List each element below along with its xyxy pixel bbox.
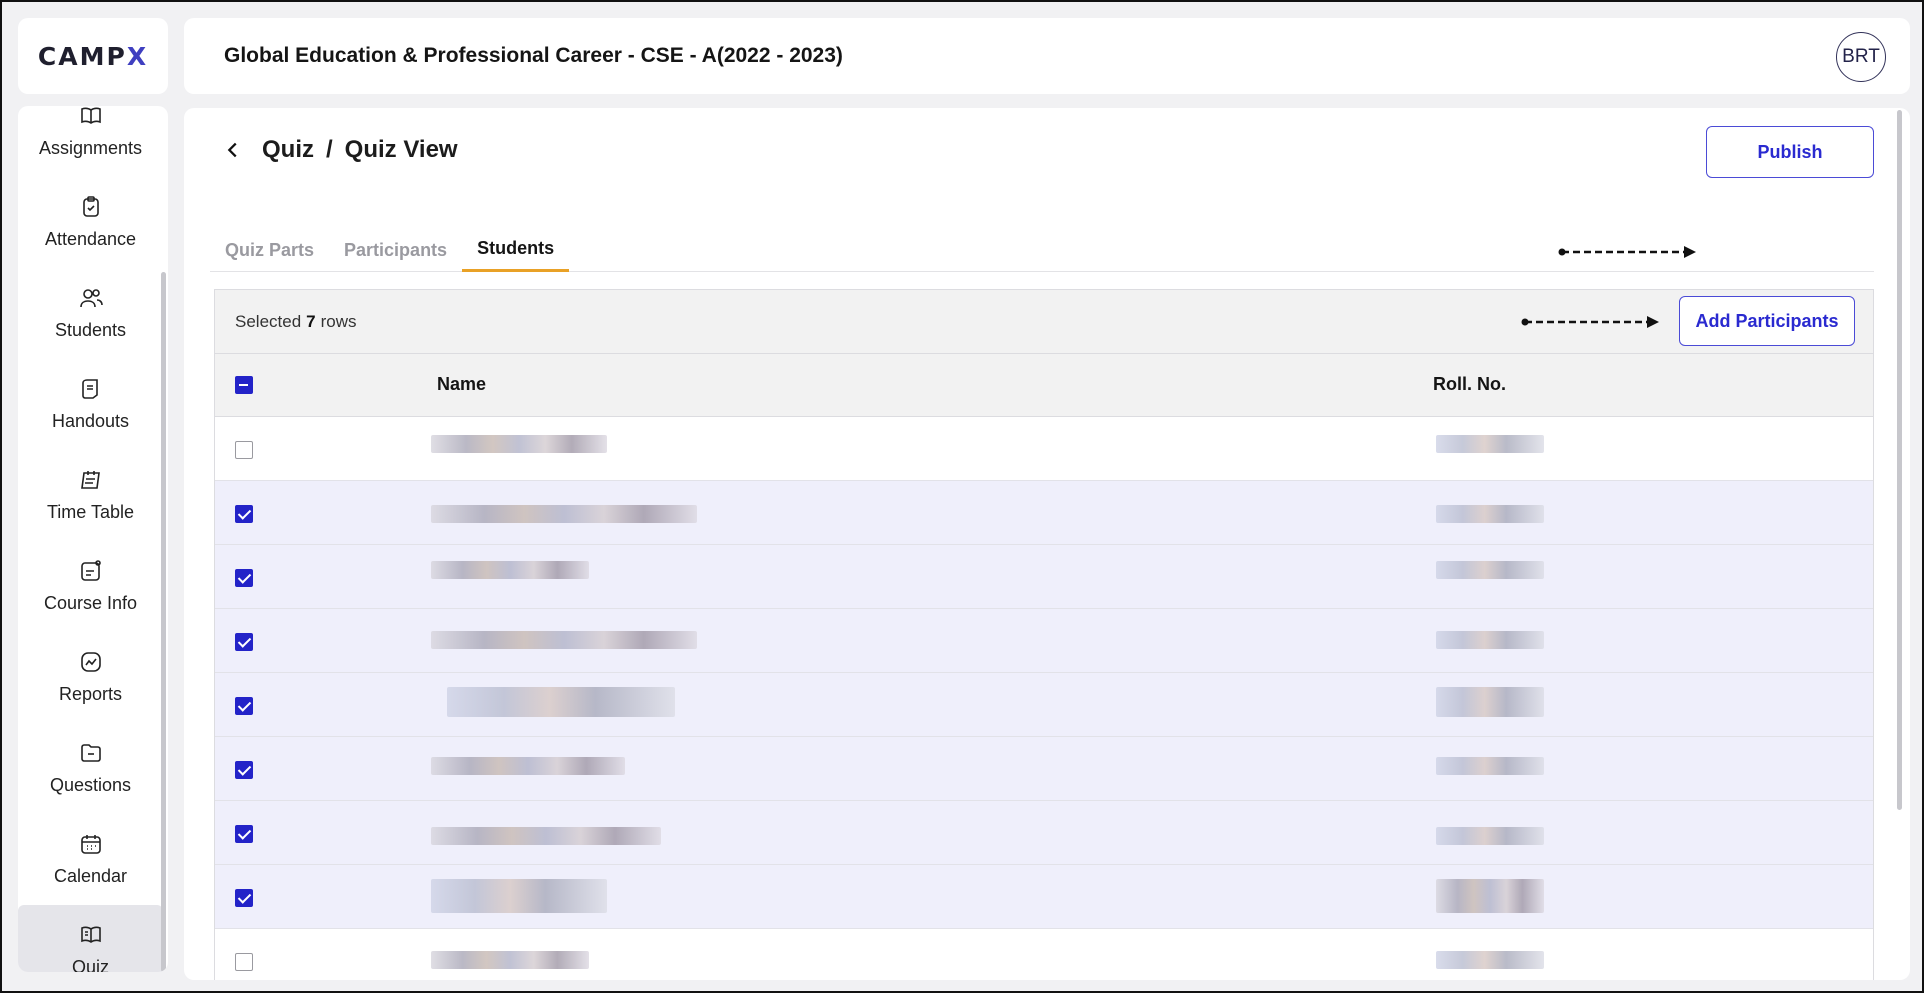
redacted-name (431, 435, 607, 453)
sidebar-item-time-table[interactable]: Time Table (18, 450, 163, 541)
redacted-roll (1436, 435, 1544, 453)
add-participants-button[interactable]: Add Participants (1679, 296, 1855, 346)
breadcrumb-parent[interactable]: Quiz (262, 136, 314, 164)
sidebar-item-label: Questions (49, 775, 132, 795)
tab-students[interactable]: Students (462, 228, 570, 272)
redacted-name (431, 879, 607, 913)
breadcrumb: Quiz / Quiz View (222, 136, 458, 164)
sidebar-item-label: Students (54, 320, 127, 340)
breadcrumb-separator: / (326, 136, 333, 163)
sidebar-item-label: Attendance (44, 229, 137, 249)
column-header-name[interactable]: Name (437, 374, 486, 395)
redacted-roll (1436, 631, 1544, 649)
publish-button[interactable]: Publish (1706, 126, 1874, 178)
redacted-roll (1436, 687, 1544, 717)
calendar-icon (80, 835, 101, 854)
clipboard-check-icon (82, 196, 99, 217)
sidebar-item-label: Calendar (53, 866, 128, 886)
tab-participants[interactable]: Participants (329, 228, 462, 272)
handout-icon (81, 379, 98, 399)
sidebar-item-label: Time Table (46, 502, 135, 522)
sidebar-item-questions[interactable]: Questions (18, 723, 163, 814)
selection-suffix: rows (320, 311, 357, 331)
sidebar: Assignments Attendance Students Handouts… (18, 106, 168, 972)
sidebar-item-students[interactable]: Students (18, 268, 163, 359)
table-header: Name Roll. No. (215, 354, 1873, 417)
sidebar-item-reports[interactable]: Reports (18, 632, 163, 723)
course-info-icon (80, 560, 101, 581)
sidebar-item-attendance[interactable]: Attendance (18, 177, 163, 268)
book-icon (80, 107, 101, 124)
sidebar-item-label: Quiz (71, 957, 109, 972)
selection-prefix: Selected (235, 311, 302, 331)
table-row[interactable] (215, 673, 1873, 737)
tab-quiz-parts[interactable]: Quiz Parts (210, 228, 329, 272)
sidebar-item-label: Handouts (51, 411, 130, 431)
table-row[interactable] (215, 737, 1873, 801)
sidebar-item-handouts[interactable]: Handouts (18, 359, 163, 450)
folder-icon (80, 744, 101, 762)
row-checkbox[interactable] (235, 761, 253, 779)
redacted-roll (1436, 827, 1544, 845)
sidebar-item-course-info[interactable]: Course Info (18, 541, 163, 632)
arrow-right-icon (1521, 316, 1659, 328)
avatar[interactable]: BRT (1836, 32, 1886, 82)
sidebar-item-label: Course Info (43, 593, 138, 613)
row-checkbox[interactable] (235, 953, 253, 971)
row-checkbox[interactable] (235, 697, 253, 715)
table-row[interactable] (215, 801, 1873, 865)
redacted-roll (1436, 951, 1544, 969)
row-checkbox[interactable] (235, 889, 253, 907)
row-checkbox[interactable] (235, 633, 253, 651)
main-scrollbar[interactable] (1897, 110, 1902, 810)
sidebar-item-label: Assignments (38, 138, 143, 158)
reports-icon (80, 652, 101, 672)
sidebar-item-label: Reports (58, 684, 123, 704)
table-row[interactable] (215, 481, 1873, 545)
table-row[interactable] (215, 929, 1873, 980)
redacted-roll (1436, 757, 1544, 775)
sidebar-scrollbar[interactable] (161, 272, 166, 972)
row-checkbox[interactable] (235, 825, 253, 843)
timetable-icon (80, 471, 100, 489)
select-all-checkbox[interactable] (235, 376, 253, 394)
redacted-name (431, 505, 697, 523)
redacted-roll (1436, 561, 1544, 579)
redacted-roll (1436, 879, 1544, 913)
redacted-name (447, 687, 675, 717)
chevron-left-icon[interactable] (222, 139, 244, 161)
quiz-book-icon (80, 926, 101, 943)
redacted-name (431, 951, 589, 969)
row-checkbox[interactable] (235, 505, 253, 523)
row-checkbox[interactable] (235, 441, 253, 459)
sidebar-item-quiz[interactable]: Quiz (18, 905, 163, 972)
breadcrumb-current: Quiz View (344, 136, 458, 163)
sidebar-item-calendar[interactable]: Calendar (18, 814, 163, 905)
column-header-roll[interactable]: Roll. No. (1433, 374, 1506, 395)
campx-logo: CAMPX (37, 41, 149, 71)
selection-count: 7 (306, 311, 316, 331)
table-row[interactable] (215, 865, 1873, 929)
table-row[interactable] (215, 609, 1873, 673)
table-row[interactable] (215, 417, 1873, 481)
tab-bar: Quiz Parts Participants Students (210, 228, 1874, 272)
redacted-name (431, 757, 625, 775)
sidebar-item-assignments[interactable]: Assignments (18, 106, 163, 177)
users-icon (79, 289, 103, 308)
redacted-name (431, 631, 697, 649)
redacted-roll (1436, 505, 1544, 523)
table-row[interactable] (215, 545, 1873, 609)
main-content: Quiz / Quiz View Publish Quiz Parts Part… (184, 108, 1910, 980)
students-table: Selected 7 rows Add Participants Name Ro… (214, 289, 1874, 980)
row-checkbox[interactable] (235, 569, 253, 587)
page-header-title: Global Education & Professional Career -… (224, 44, 843, 67)
selection-bar: Selected 7 rows Add Participants (215, 290, 1873, 354)
header: Global Education & Professional Career -… (184, 18, 1910, 94)
redacted-name (431, 561, 589, 579)
logo-box: CAMPX (18, 18, 168, 94)
redacted-name (431, 827, 661, 845)
